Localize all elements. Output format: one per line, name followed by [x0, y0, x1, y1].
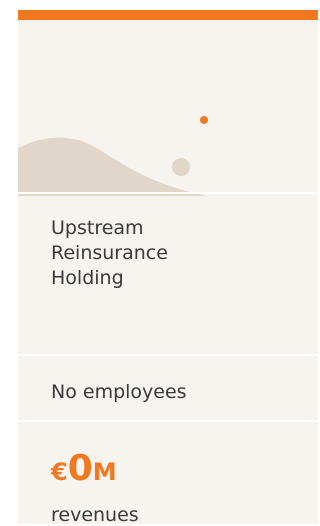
decorative-illustration — [18, 20, 318, 196]
company-name-line: Reinsurance — [51, 242, 168, 264]
landscape-illustration — [18, 116, 208, 196]
employees-count: No employees — [51, 381, 187, 403]
revenue-label: revenues — [51, 504, 139, 526]
revenue-value: €0M — [51, 451, 117, 493]
revenue-currency: € — [51, 458, 68, 486]
divider — [18, 420, 318, 422]
company-name-line: Holding — [51, 267, 124, 289]
revenue-number: 0 — [67, 448, 93, 489]
company-card[interactable]: Upstream Reinsurance Holding No employee… — [18, 10, 318, 526]
orange-dot — [200, 116, 208, 124]
grey-dot — [172, 158, 190, 176]
divider — [18, 354, 318, 356]
revenue-unit: M — [92, 458, 117, 486]
company-name: Upstream Reinsurance Holding — [51, 216, 301, 291]
divider — [18, 192, 318, 194]
company-name-line: Upstream — [51, 217, 144, 239]
